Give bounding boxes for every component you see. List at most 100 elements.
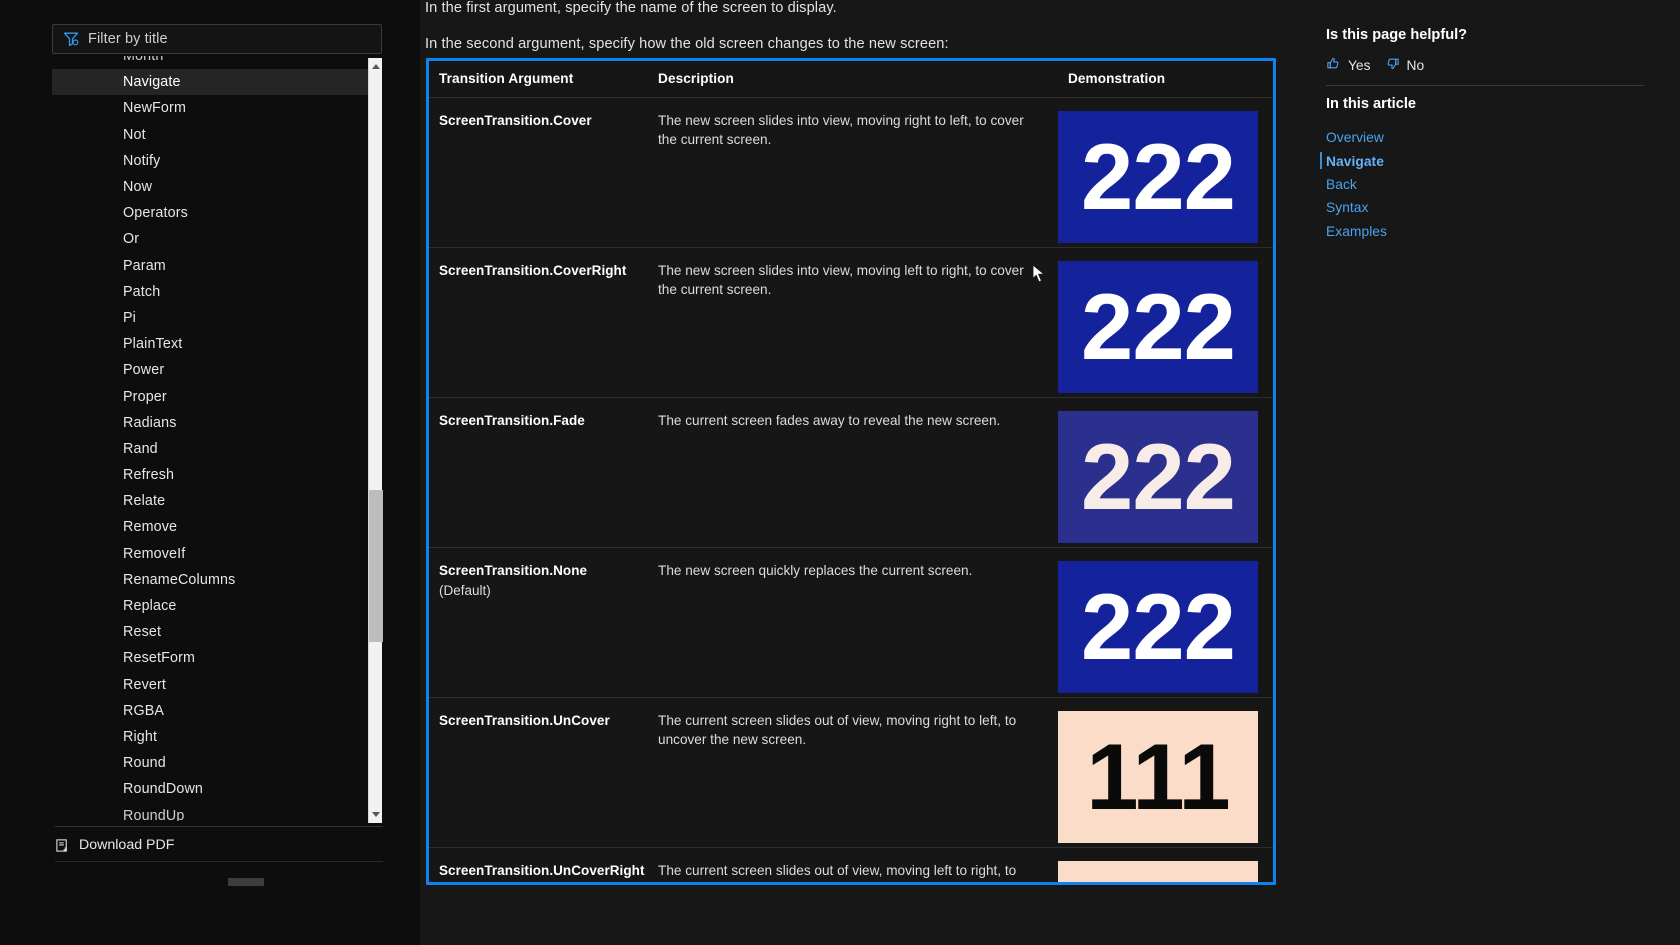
vote-no-button[interactable]: No — [1385, 56, 1425, 74]
scrollbar-thumb[interactable] — [369, 490, 383, 642]
transition-argument-name: ScreenTransition.UnCover — [439, 713, 610, 728]
sidebar-toc-list: Month Navigate NewForm Not Notify Now Operator… — [52, 56, 382, 821]
cell-description: The new screen quickly replaces the curr… — [648, 547, 1058, 698]
sidebar-item-label: Patch — [123, 283, 161, 300]
sidebar-item-label: RoundDown — [123, 781, 204, 798]
thumbs-up-icon — [1326, 56, 1341, 74]
sidebar-item-now[interactable]: Now — [52, 174, 382, 200]
cell-description: The current screen slides out of view, m… — [648, 697, 1058, 848]
sidebar-item-label: Operators — [123, 205, 188, 222]
sidebar-divider — [55, 826, 383, 827]
scrollbar-up-arrow-icon[interactable] — [369, 58, 383, 75]
vote-yes-label: Yes — [1348, 57, 1371, 73]
sidebar-item-renamecolumns[interactable]: RenameColumns — [52, 567, 382, 593]
sidebar-item-or[interactable]: Or — [52, 226, 382, 252]
sidebar-item-navigate[interactable]: Navigate — [52, 69, 382, 96]
rail-toc-item-examples[interactable]: Examples — [1326, 220, 1644, 243]
cell-demonstration: 222 — [1057, 397, 1273, 548]
sidebar-item-label: Relate — [123, 493, 166, 510]
sidebar-item-operators[interactable]: Operators — [52, 200, 382, 226]
cell-description: The current screen fades away to reveal … — [648, 397, 1058, 548]
column-header-description: Description — [648, 61, 1058, 98]
sidebar-item-label: Radians — [123, 414, 177, 431]
sidebar-item-newform[interactable]: NewForm — [52, 95, 382, 121]
cell-transition-argument: ScreenTransition.UnCover — [429, 697, 649, 848]
download-pdf-label: Download PDF — [79, 837, 175, 853]
sidebar-item-reset[interactable]: Reset — [52, 619, 382, 645]
demonstration-screen-image: 222 — [1057, 261, 1258, 393]
sidebar-item-rgba[interactable]: RGBA — [52, 698, 382, 724]
sidebar-item-label: PlainText — [123, 336, 183, 353]
right-rail: Is this page helpful? Yes No In this art… — [1300, 0, 1680, 945]
vote-yes-button[interactable]: Yes — [1326, 56, 1371, 74]
sidebar-divider-bottom — [55, 861, 383, 862]
sidebar-item-label: Round — [123, 755, 166, 772]
sidebar-item-label: RemoveIf — [123, 545, 186, 562]
sidebar-item-label: Right — [123, 728, 158, 745]
sidebar-item-power[interactable]: Power — [52, 357, 382, 383]
rail-divider — [1326, 85, 1644, 86]
sidebar-bottom-chip — [228, 878, 264, 886]
sidebar-item-label: Notify — [123, 152, 161, 169]
sidebar-item-month[interactable]: Month — [52, 56, 382, 69]
sidebar-item-label: Proper — [123, 388, 167, 405]
sidebar-item-not[interactable]: Not — [52, 122, 382, 148]
cell-demonstration: 222 — [1057, 97, 1273, 248]
page-helpful-title: Is this page helpful? — [1326, 27, 1468, 43]
sidebar-item-refresh[interactable]: Refresh — [52, 462, 382, 488]
sidebar-item-label: Now — [123, 179, 153, 196]
rail-toc-label: Navigate — [1326, 153, 1384, 169]
sidebar-item-patch[interactable]: Patch — [52, 279, 382, 305]
rail-toc-item-syntax[interactable]: Syntax — [1326, 196, 1644, 219]
transition-argument-note: (Default) — [439, 582, 491, 598]
cell-transition-argument: ScreenTransition.Fade — [429, 397, 649, 548]
sidebar-item-removeif[interactable]: RemoveIf — [52, 541, 382, 567]
sidebar-item-label: NewForm — [123, 100, 187, 117]
search-input-placeholder: Filter by title — [88, 31, 168, 47]
rail-toc-item-navigate[interactable]: Navigate — [1320, 149, 1644, 172]
sidebar-item-label: Param — [123, 257, 166, 274]
cell-demonstration: 111 — [1057, 697, 1273, 848]
sidebar-item-replace[interactable]: Replace — [52, 593, 382, 619]
sidebar-item-right[interactable]: Right — [52, 724, 382, 750]
sidebar-item-plaintext[interactable]: PlainText — [52, 331, 382, 357]
sidebar-item-radians[interactable]: Radians — [52, 410, 382, 436]
sidebar-item-relate[interactable]: Relate — [52, 488, 382, 514]
sidebar-item-label: RenameColumns — [123, 571, 236, 588]
sidebar-item-label: Month — [123, 56, 164, 65]
sidebar-scrollbar[interactable] — [368, 58, 383, 823]
description-text: The current screen slides out of view, m… — [658, 713, 1017, 748]
description-text: The new screen slides into view, moving … — [658, 113, 1024, 148]
table-row: ScreenTransition.UnCoverRight The current… — [429, 847, 1273, 882]
rail-toc-label: Overview — [1326, 130, 1384, 146]
sidebar-item-notify[interactable]: Notify — [52, 148, 382, 174]
sidebar-item-rand[interactable]: Rand — [52, 436, 382, 462]
search-input[interactable]: Filter by title — [52, 24, 382, 54]
description-text: The current screen fades away to reveal … — [658, 413, 1001, 428]
sidebar-item-label: Pi — [123, 309, 137, 326]
sidebar-item-revert[interactable]: Revert — [52, 672, 382, 698]
sidebar-item-resetform[interactable]: ResetForm — [52, 645, 382, 671]
sidebar-item-param[interactable]: Param — [52, 253, 382, 279]
rail-toc-item-overview[interactable]: Overview — [1326, 126, 1644, 149]
description-text: The new screen slides into view, moving … — [658, 263, 1024, 298]
download-pdf-button[interactable]: Download PDF — [55, 833, 383, 857]
sidebar-item-roundup[interactable]: RoundUp — [52, 802, 382, 821]
sidebar-item-remove[interactable]: Remove — [52, 514, 382, 540]
table-body: ScreenTransition.Cover The new screen sli… — [429, 97, 1273, 882]
sidebar-item-proper[interactable]: Proper — [52, 383, 382, 409]
sidebar-item-pi[interactable]: Pi — [52, 305, 382, 331]
rail-toc-item-back[interactable]: Back — [1326, 173, 1644, 196]
sidebar-item-label: Not — [123, 126, 146, 143]
demonstration-screen-image: 111 — [1057, 861, 1258, 882]
sidebar-item-round[interactable]: Round — [52, 750, 382, 776]
in-this-article-list: Overview Navigate Back Syntax Examples — [1320, 126, 1644, 243]
sidebar-item-rounddown[interactable]: RoundDown — [52, 776, 382, 802]
intro-paragraph-2: In the second argument, specify how the … — [425, 36, 949, 52]
vote-no-label: No — [1406, 57, 1425, 73]
scrollbar-down-arrow-icon[interactable] — [369, 806, 383, 823]
thumbs-down-icon — [1385, 56, 1400, 74]
cell-transition-argument: ScreenTransition.None (Default) — [429, 547, 649, 698]
page-root: Filter by title Month Navigate NewForm Not N… — [0, 0, 1680, 945]
page-helpful-actions: Yes No — [1326, 56, 1424, 74]
